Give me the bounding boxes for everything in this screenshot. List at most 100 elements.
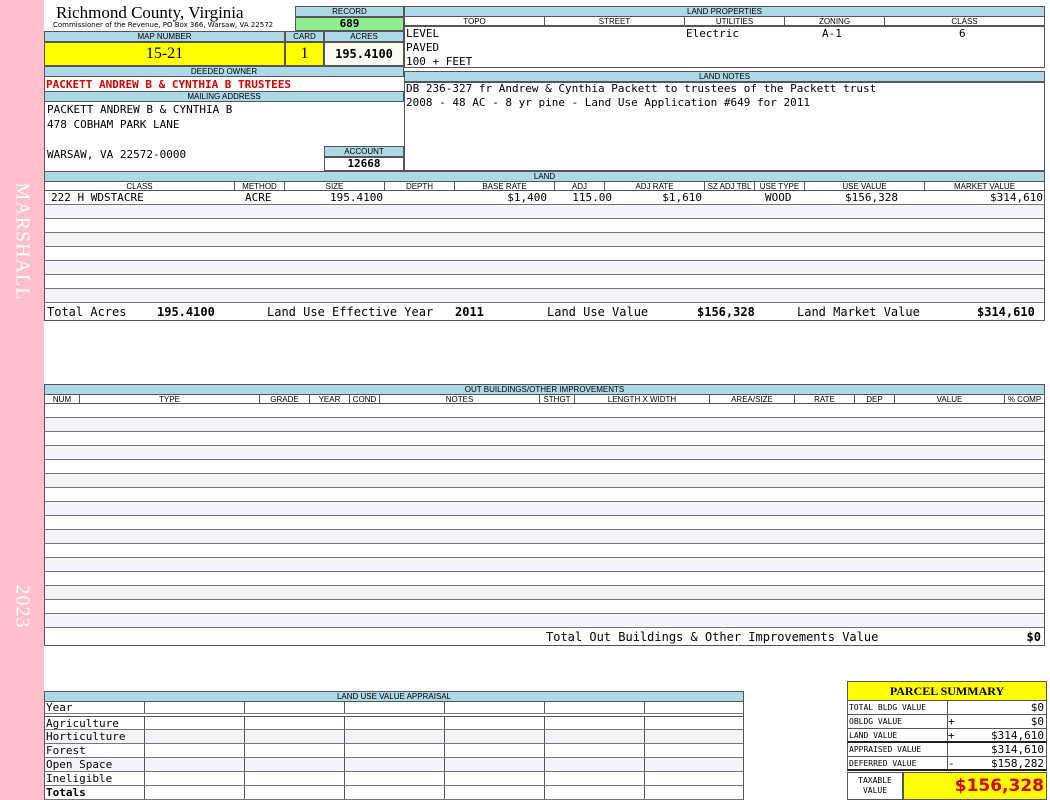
summary-value: $0 (1030, 701, 1044, 714)
land-row-empty (45, 205, 1044, 219)
land-col-market-value: MARKET VALUE (953, 182, 1016, 191)
taxable-label-2: VALUE (862, 786, 888, 795)
land-notes-line-2: 2008 - 48 AC - 8 yr pine - Land Use Appl… (406, 96, 810, 109)
land-row: 222 H WDSTACRE ACRE 195.4100 $1,400 115.… (45, 191, 1044, 205)
land-col-size: SIZE (285, 182, 385, 191)
land-adj: 115.00 (572, 191, 612, 204)
land-notes-header: LAND NOTES (404, 71, 1045, 82)
land-col-base-rate: BASE RATE (455, 182, 555, 191)
luva-label: Totals (45, 786, 145, 799)
summary-row-appraised: APPRAISED VALUE $314,610 (847, 743, 1047, 757)
land-properties-columns: TOPO STREET UTILITIES ZONING CLASS (404, 16, 1045, 26)
account-value: 12668 (324, 157, 404, 171)
ob-row (45, 544, 1044, 558)
ob-row (45, 418, 1044, 432)
out-buildings-columns: NUM TYPE GRADE YEAR COND NOTES STHGT LEN… (44, 394, 1045, 404)
summary-value: $0 (1030, 715, 1044, 728)
ob-col-dep: DEP (855, 395, 895, 404)
side-strip: MARSHALL 2023 (0, 0, 44, 800)
ob-row (45, 586, 1044, 600)
mailing-line-2: 478 COBHAM PARK LANE (47, 118, 180, 131)
out-buildings-table: Total Out Buildings & Other Improvements… (44, 404, 1045, 646)
map-number-value: 15-21 (44, 42, 285, 66)
luva-row-agriculture: Agriculture (45, 716, 743, 730)
ob-row (45, 530, 1044, 544)
col-zoning: ZONING (785, 17, 885, 26)
card-header: CARD (285, 31, 324, 42)
luva-row-open-space: Open Space (45, 758, 743, 772)
land-col-depth: DEPTH (385, 182, 455, 191)
topo-level: LEVEL (406, 27, 440, 40)
parcel-summary-title: PARCEL SUMMARY (847, 681, 1047, 701)
land-adj-rate: $1,610 (662, 191, 702, 204)
mailing-line-3: WARSAW, VA 22572-0000 (47, 148, 187, 161)
land-table: 222 H WDSTACRE ACRE 195.4100 $1,400 115.… (44, 191, 1045, 321)
ob-row (45, 572, 1044, 586)
land-row-empty (45, 289, 1044, 303)
land-market-value-total: $314,610 (977, 305, 1035, 319)
record-header: RECORD (295, 6, 404, 17)
summary-value: $314,610 (991, 743, 1044, 756)
luva-label: Forest (45, 744, 145, 757)
deeded-owner-value: PACKETT ANDREW B & CYNTHIA B TRUSTEES (46, 78, 292, 91)
land-row-empty (45, 219, 1044, 233)
land-totals: Total Acres 195.4100 Land Use Effective … (45, 303, 1044, 321)
ob-col-rate: RATE (795, 395, 855, 404)
land-col-adj-rate: ADJ RATE (605, 182, 705, 191)
effective-year-label: Land Use Effective Year (267, 305, 434, 319)
summary-sign (948, 701, 960, 714)
summary-label: TOTAL BLDG VALUE (848, 701, 948, 714)
ob-col-area-size: AREA/SIZE (710, 395, 795, 404)
luva-row-forest: Forest (45, 744, 743, 758)
summary-sign (948, 743, 960, 756)
class-value: 6 (959, 27, 966, 40)
land-method: ACRE (245, 191, 272, 204)
summary-row-obldg: OBLDG VALUE + $0 (847, 715, 1047, 729)
ob-row (45, 516, 1044, 530)
land-col-class: CLASS (45, 182, 235, 191)
taxable-label-1: TAXABLE (858, 776, 892, 785)
summary-value: $314,610 (991, 729, 1044, 742)
ob-col-value: VALUE (895, 395, 1005, 404)
summary-row-land: LAND VALUE + $314,610 (847, 729, 1047, 743)
col-utilities: UTILITIES (685, 17, 785, 26)
summary-row-bldg: TOTAL BLDG VALUE $0 (847, 701, 1047, 715)
ob-col-grade: GRADE (260, 395, 310, 404)
taxable-label-box: TAXABLE VALUE (847, 772, 903, 800)
ob-total-value: $0 (1026, 630, 1041, 644)
deeded-owner-header: DEEDED OWNER (44, 66, 404, 77)
col-topo: TOPO (405, 17, 545, 26)
land-row-empty (45, 247, 1044, 261)
luva-row-totals: Totals (45, 786, 743, 800)
ob-col-year: YEAR (310, 395, 350, 404)
summary-label: LAND VALUE (848, 729, 948, 741)
ob-col-sthgt: STHGT (540, 395, 575, 404)
luva-label: Ineligible (45, 772, 145, 785)
luva-label: Horticulture (45, 730, 145, 743)
map-number-header: MAP NUMBER (44, 31, 285, 42)
total-acres-label: Total Acres (47, 305, 127, 319)
luva-row-horticulture: Horticulture (45, 730, 743, 744)
luva-row-ineligible: Ineligible (45, 772, 743, 786)
ob-col-cond: COND (350, 395, 380, 404)
summary-value: $158,282 (991, 757, 1044, 770)
account-header: ACCOUNT (324, 146, 404, 157)
record-value: 689 (295, 17, 404, 31)
ob-totals: Total Out Buildings & Other Improvements… (45, 628, 1044, 646)
land-use-value-label: Land Use Value (547, 305, 649, 319)
summary-label: OBLDG VALUE (848, 715, 948, 728)
ob-col-percent-comp: % COMP (1007, 395, 1042, 404)
ob-col-num: NUM (45, 395, 80, 404)
district-label: MARSHALL (11, 182, 34, 301)
luva-row-year: Year (45, 702, 743, 714)
mailing-line-1: PACKETT ANDREW B & CYNTHIA B (47, 103, 233, 116)
ob-row (45, 558, 1044, 572)
land-col-use-type: USE TYPE (755, 182, 805, 191)
effective-year-value: 2011 (455, 305, 484, 319)
land-row-empty (45, 233, 1044, 247)
land-notes-line-1: DB 236-327 fr Andrew & Cynthia Packett t… (406, 82, 877, 95)
land-col-sz-adj: SZ ADJ TBL (705, 182, 755, 191)
ob-row (45, 502, 1044, 516)
land-col-adj: ADJ (555, 182, 605, 191)
summary-sign: + (948, 715, 955, 728)
